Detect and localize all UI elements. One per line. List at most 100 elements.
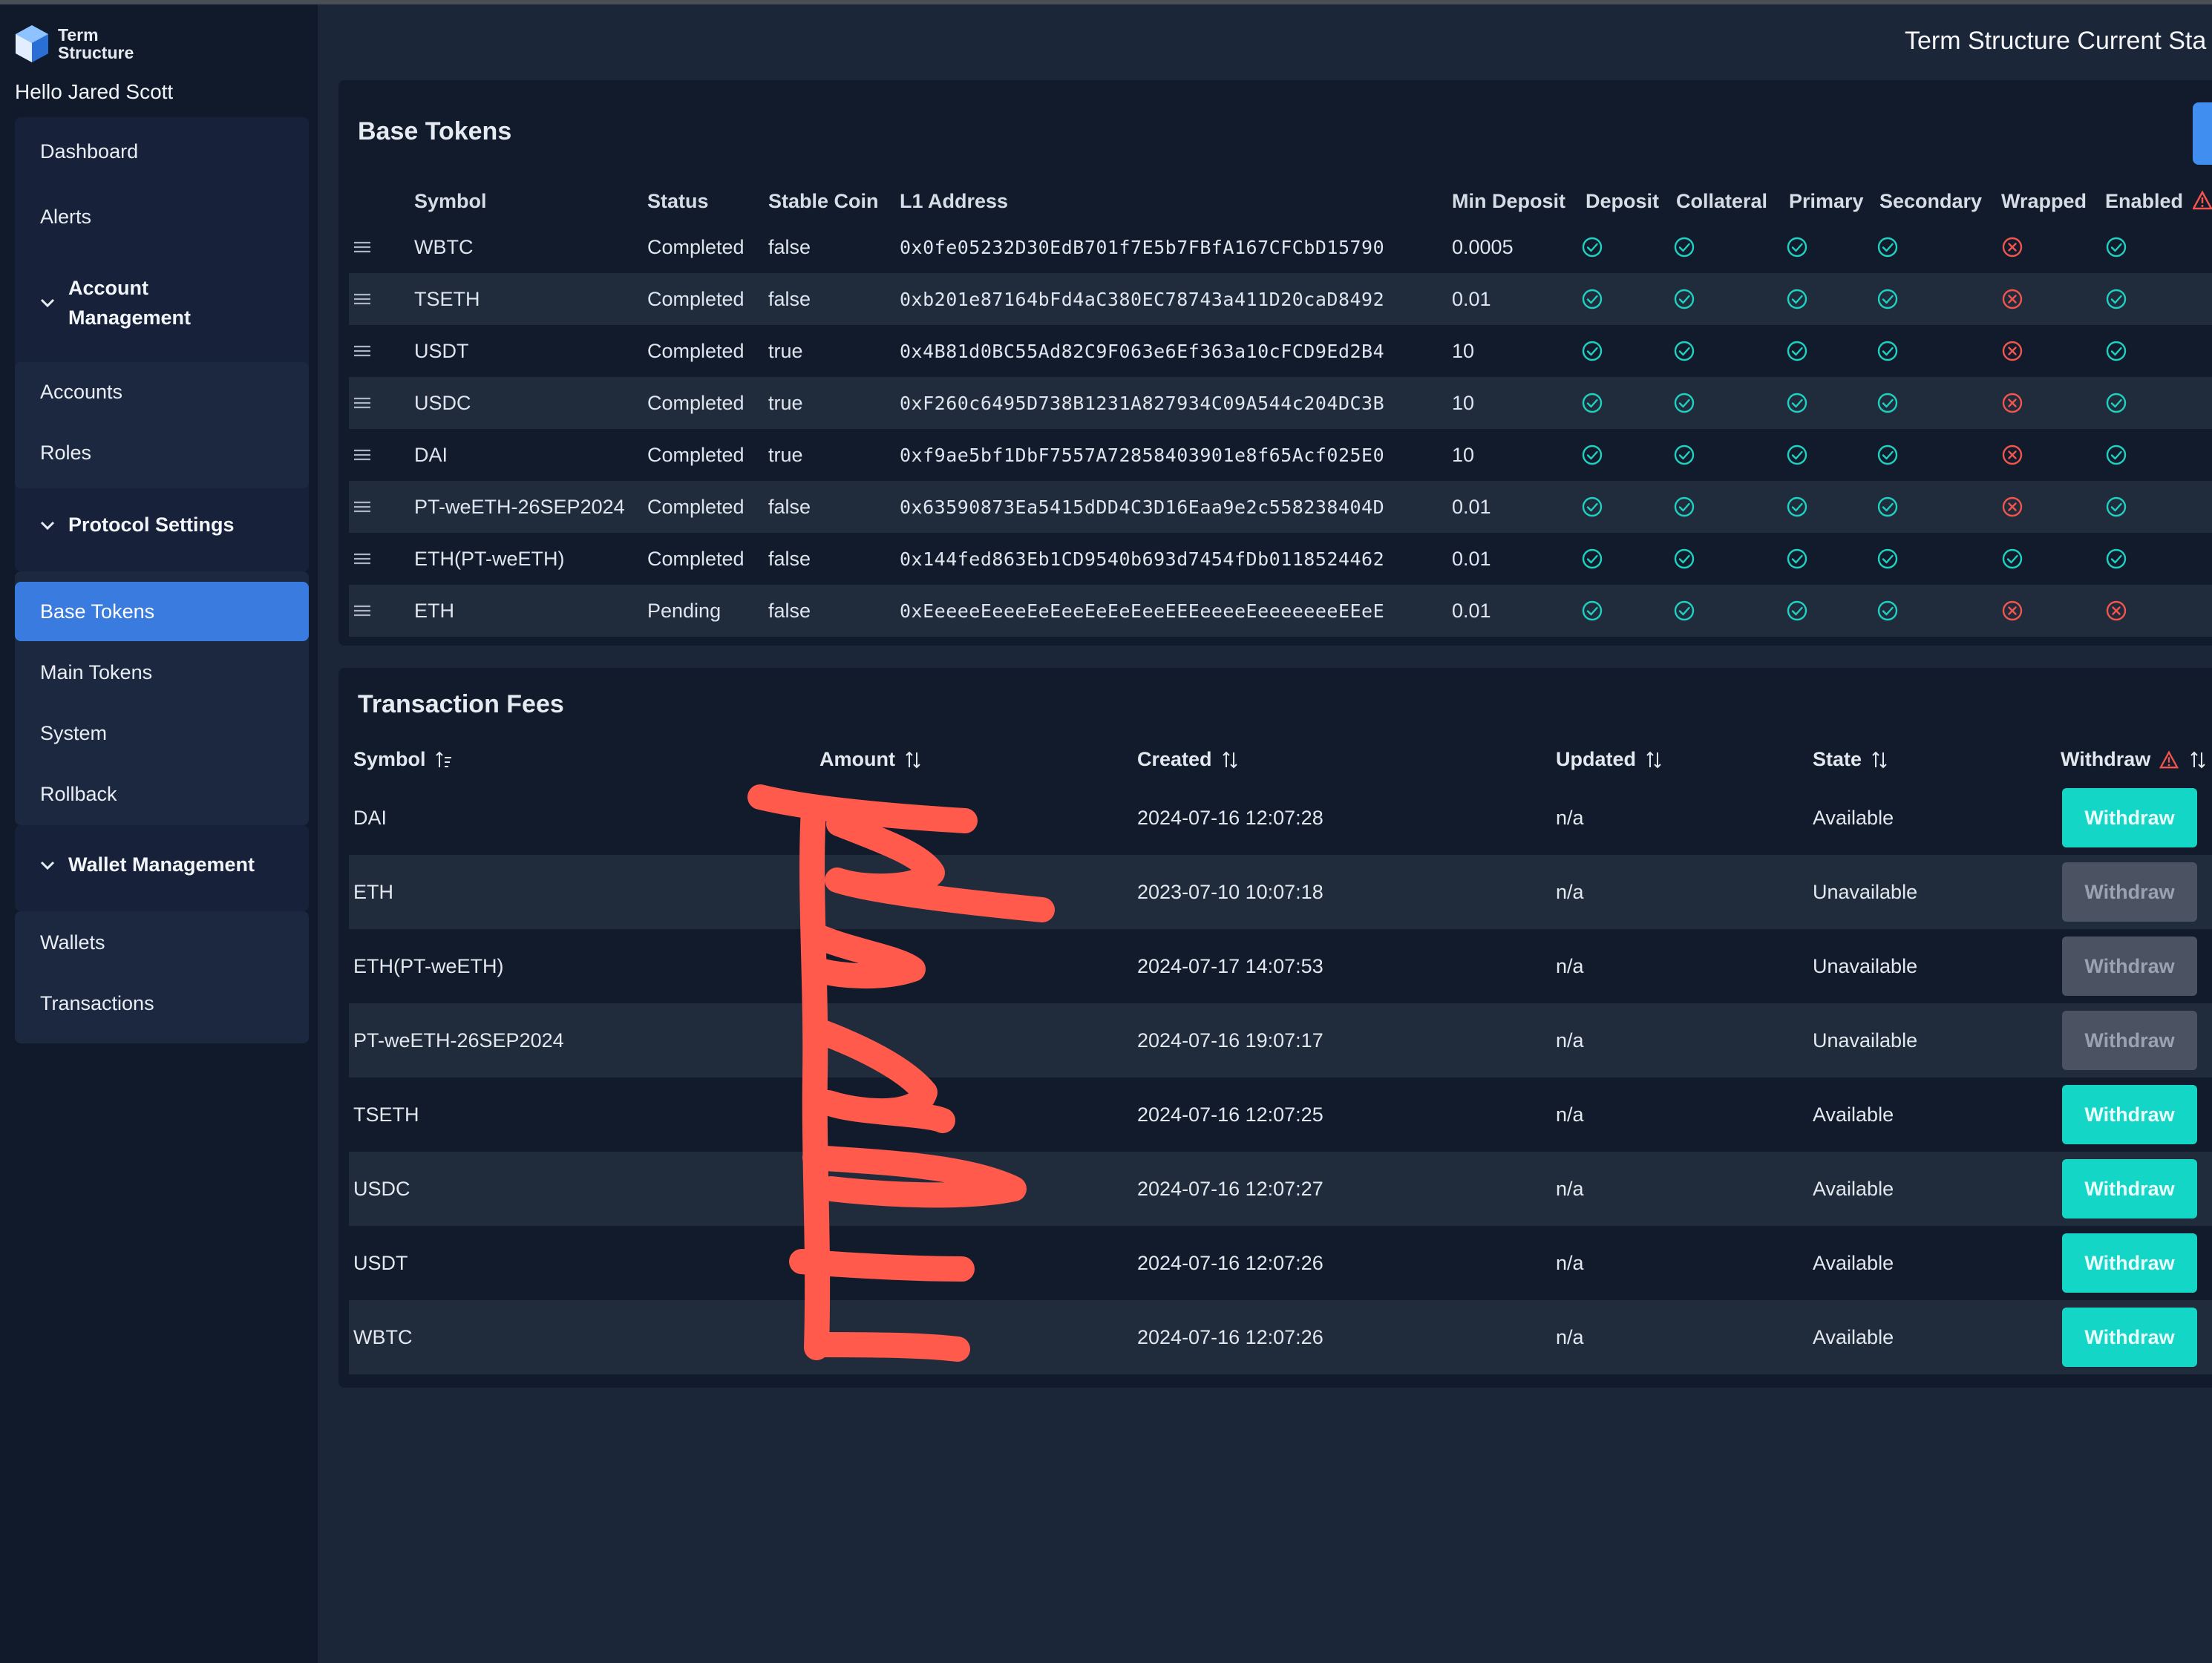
cell-l1-address[interactable]: 0x63590873Ea5415dDD4C3D16Eaa9e2c55823840… [900,481,1384,533]
table-row[interactable]: DAI 2024-07-16 12:07:28 n/a Available Withdr… [349,781,2212,855]
add-base-token-button[interactable] [2193,102,2212,165]
section-wallet-management[interactable]: Wallet Management [15,853,309,876]
sidebar-item-transactions[interactable]: Transactions [15,974,309,1033]
table-row[interactable]: TSETH Completed false 0xb201e87164bFd4aC380… [349,273,2212,325]
cell-collateral [1673,429,1695,481]
drag-handle[interactable] [353,429,371,481]
col-primary[interactable]: Primary [1789,190,1864,213]
col-enabled[interactable]: Enabled [2105,190,2183,213]
cell-primary [1786,377,1808,429]
section-account-management[interactable]: Account Management [15,273,309,332]
cell-status: Completed [647,339,745,362]
cell-enabled [2105,585,2127,637]
table-row[interactable]: PT-weETH-26SEP2024 2024-07-16 19:07:17 n/a… [349,1003,2212,1077]
col-updated-sort[interactable]: Updated [1556,748,1663,771]
cell-l1-address[interactable]: 0xF260c6495D738B1231A827934C09A544c204DC… [900,377,1384,429]
table-row[interactable]: USDC Completed true 0xF260c6495D738B1231A82… [349,377,2212,429]
cell-l1-address[interactable]: 0x0fe05232D30EdB701f7E5b7FBfA167CFCbD157… [900,221,1384,273]
withdraw-button[interactable]: Withdraw [2062,1085,2197,1144]
table-row[interactable]: ETH 2023-07-10 10:07:18 n/a Unavailable With… [349,855,2212,929]
table-row[interactable]: PT-weETH-26SEP2024 Completed false 0x635908… [349,481,2212,533]
table-row[interactable]: TSETH 2024-07-16 12:07:25 n/a Available With… [349,1077,2212,1152]
check-circle-icon [1877,496,1898,517]
withdraw-button[interactable]: Withdraw [2062,1159,2197,1218]
withdraw-button[interactable]: Withdraw [2062,862,2197,922]
col-symbol-sort[interactable]: Symbol [353,748,453,771]
section-protocol-settings[interactable]: Protocol Settings [15,514,309,537]
cell-primary [1786,221,1808,273]
drag-handle[interactable] [353,377,371,429]
sidebar-item-alerts[interactable]: Alerts [15,187,309,246]
table-row[interactable]: WBTC Completed false 0x0fe05232D30EdB701f7E… [349,221,2212,273]
check-circle-icon [1787,445,1807,465]
cell-status: Completed [647,495,745,518]
cell-created: 2024-07-16 12:07:25 [1137,1103,1323,1126]
cell-collateral [1673,221,1695,273]
col-amount-sort[interactable]: Amount [819,748,922,771]
drag-handle[interactable] [353,273,371,325]
col-secondary[interactable]: Secondary [1879,190,1982,213]
col-l1-address[interactable]: L1 Address [900,190,1008,213]
cell-symbol: ETH [414,599,454,622]
table-row[interactable]: ETH(PT-weETH) Completed false 0x144fed863Eb… [349,533,2212,585]
sidebar-item-main-tokens[interactable]: Main Tokens [15,643,309,702]
col-withdraw-sort[interactable]: Withdraw [2061,748,2207,771]
col-min-deposit[interactable]: Min Deposit [1452,190,1565,213]
sidebar-item-accounts[interactable]: Accounts [15,362,309,422]
withdraw-button[interactable]: Withdraw [2062,788,2197,847]
drag-handle[interactable] [353,585,371,637]
cell-l1-address[interactable]: 0xf9ae5bf1DbF7557A72858403901e8f65Acf025… [900,429,1384,481]
col-collateral[interactable]: Collateral [1676,190,1767,213]
table-row[interactable]: ETH(PT-weETH) 2024-07-17 14:07:53 n/a Unava… [349,929,2212,1003]
col-deposit[interactable]: Deposit [1586,190,1659,213]
check-circle-icon [1787,600,1807,621]
drag-handle[interactable] [353,221,371,273]
col-stable-coin[interactable]: Stable Coin [768,190,879,213]
withdraw-button[interactable]: Withdraw [2062,1233,2197,1293]
cell-l1-address[interactable]: 0xb201e87164bFd4aC380EC78743a411D20caD84… [900,273,1384,325]
sidebar-item-dashboard[interactable]: Dashboard [15,122,309,181]
table-row[interactable]: USDT 2024-07-16 12:07:26 n/a Available Withd… [349,1226,2212,1300]
cell-symbol: TSETH [414,287,480,310]
col-status[interactable]: Status [647,190,709,213]
drag-handle-icon [354,345,370,357]
drag-handle[interactable] [353,533,371,585]
cell-state: Unavailable [1813,954,1918,977]
drag-handle[interactable] [353,481,371,533]
brand[interactable]: Term Structure [13,24,169,64]
table-row[interactable]: USDT Completed true 0x4B81d0BC55Ad82C9F063e… [349,325,2212,377]
table-row[interactable]: ETH Pending false 0xEeeeeEeeeEeEeeEeEeEeeEE… [349,585,2212,637]
cell-min-deposit: 0.01 [1452,287,1491,310]
check-circle-icon [1877,393,1898,413]
check-circle-icon [1674,445,1695,465]
cell-created: 2024-07-16 12:07:26 [1137,1325,1323,1348]
withdraw-button[interactable]: Withdraw [2062,1011,2197,1070]
x-circle-icon [2002,496,2023,517]
cell-primary [1786,481,1808,533]
drag-handle[interactable] [353,325,371,377]
cell-symbol: USDT [353,1251,408,1274]
sidebar-item-base-tokens[interactable]: Base Tokens [15,582,309,641]
sidebar-item-roles[interactable]: Roles [15,423,309,482]
withdraw-button[interactable]: Withdraw [2062,1308,2197,1367]
col-wrapped[interactable]: Wrapped [2001,190,2087,213]
cell-l1-address[interactable]: 0x4B81d0BC55Ad82C9F063e6Ef363a10cFCD9Ed2… [900,325,1384,377]
check-circle-icon [1877,341,1898,361]
cell-stable-coin: true [768,391,803,414]
col-created-sort[interactable]: Created [1137,748,1239,771]
cell-l1-address[interactable]: 0xEeeeeEeeeEeEeeEeEeEeeEEEeeeeEeeeeeeeEE… [900,585,1384,637]
table-row[interactable]: USDC 2024-07-16 12:07:27 n/a Available Withd… [349,1152,2212,1226]
check-circle-icon [2106,445,2127,465]
sidebar-item-wallets[interactable]: Wallets [15,913,309,972]
sidebar-item-rollback[interactable]: Rollback [15,764,309,824]
cell-updated: n/a [1556,880,1584,903]
col-state-sort[interactable]: State [1813,748,1888,771]
col-label: Withdraw [2061,748,2151,770]
sidebar-item-system[interactable]: System [15,703,309,763]
withdraw-button[interactable]: Withdraw [2062,937,2197,996]
table-row[interactable]: DAI Completed true 0xf9ae5bf1DbF7557A728584… [349,429,2212,481]
col-label: Symbol [353,748,426,770]
cell-l1-address[interactable]: 0x144fed863Eb1CD9540b693d7454fDb01185244… [900,533,1384,585]
table-row[interactable]: WBTC 2024-07-16 12:07:26 n/a Available Withd… [349,1300,2212,1374]
col-symbol[interactable]: Symbol [414,190,487,213]
